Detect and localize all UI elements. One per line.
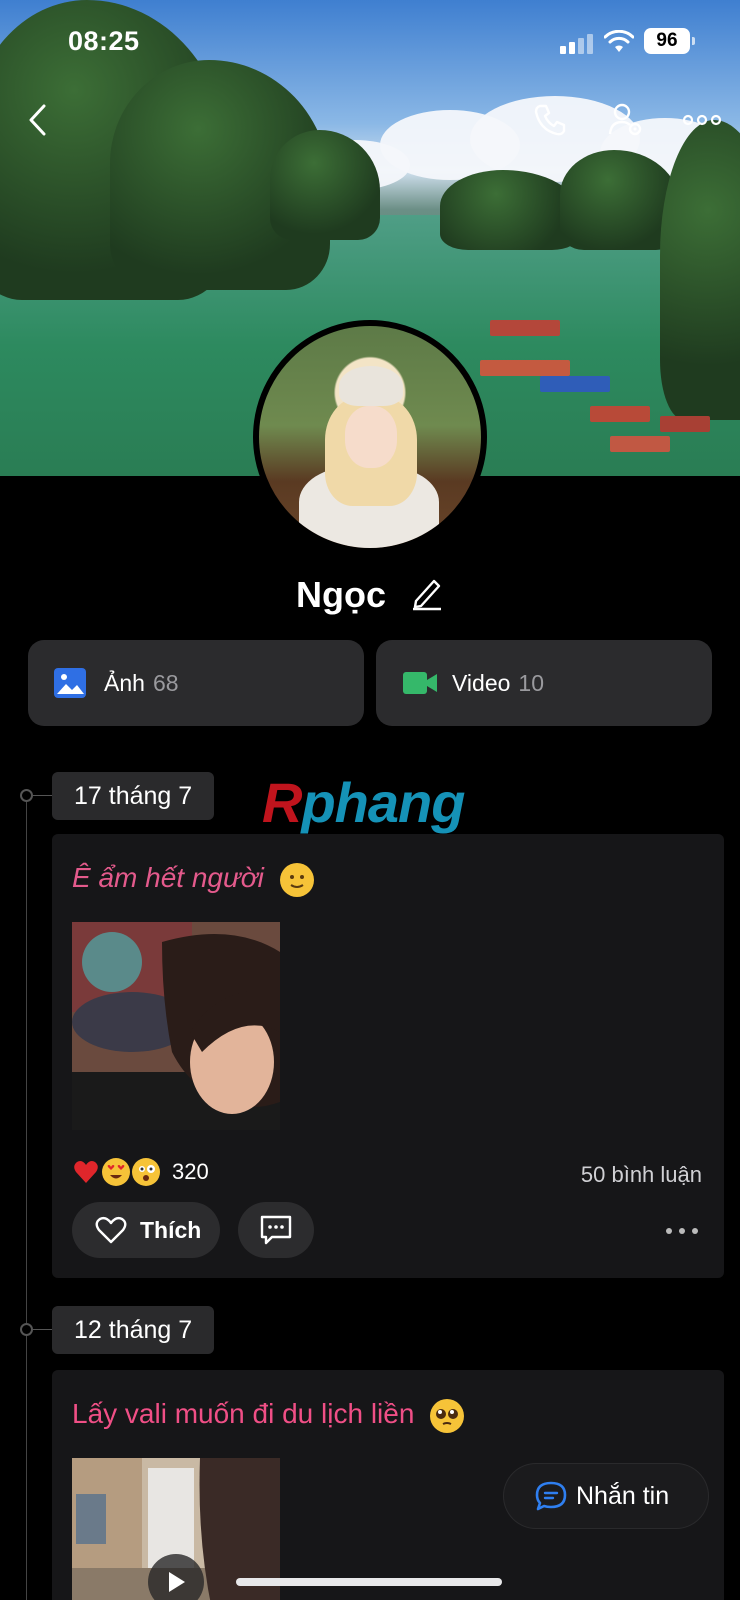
post-image[interactable] [72,922,280,1130]
profile-settings-icon[interactable] [604,98,648,142]
heart-icon [95,1216,127,1244]
love-eyes-reaction-icon [102,1158,130,1186]
wifi-icon [603,29,635,54]
videos-count: 10 [518,669,545,696]
timeline-dot [20,789,33,802]
video-icon [402,668,437,698]
videos-label: Video [452,669,511,696]
smile-emoji-icon [279,862,314,897]
back-icon[interactable] [16,98,60,142]
status-time: 08:25 [68,26,140,56]
videos-card[interactable]: Video 10 [376,640,712,726]
photo-icon [54,668,86,698]
more-icon[interactable] [680,98,724,142]
message-button[interactable]: Nhắn tin [504,1464,708,1528]
watermark-logo: Rphang [262,771,465,834]
avatar[interactable] [253,320,487,554]
like-button[interactable]: Thích [72,1202,220,1258]
battery-indicator: 96 [644,28,695,54]
reaction-count: 320 [172,1159,209,1184]
post-card[interactable]: Ê ẩm hết người 320 50 bình luận Thích [52,834,724,1278]
photos-count: 68 [152,669,179,696]
home-indicator[interactable] [236,1578,502,1586]
post-text: Lấy vali muốn đi du lịch liền [72,1398,415,1429]
message-icon [535,1481,567,1511]
comment-icon [260,1215,292,1245]
edit-icon[interactable] [410,575,444,620]
like-label: Thích [140,1216,202,1243]
post-text: Ê ẩm hết người [72,862,264,893]
reactions-row[interactable]: 320 [72,1158,209,1186]
signal-icon [560,32,596,54]
date-chip: 17 tháng 7 [52,772,215,820]
timeline-line [26,790,27,1600]
profile-name-row: Ngọc [0,574,740,620]
pleading-emoji-icon [430,1398,465,1433]
post-more-icon[interactable] [666,1226,698,1236]
phone-icon[interactable] [528,98,572,142]
photos-card[interactable]: Ảnh 68 [28,640,364,726]
post-text-row: Ê ẩm hết người [72,862,314,897]
post-text-row: Lấy vali muốn đi du lịch liền [72,1398,465,1433]
comments-count[interactable]: 50 bình luận [581,1162,702,1188]
profile-name: Ngọc [295,574,386,615]
surprised-reaction-icon [132,1158,160,1186]
date-chip: 12 tháng 7 [52,1306,215,1354]
photos-label: Ảnh [104,669,145,696]
heart-reaction-icon [72,1158,100,1186]
timeline-dot [20,1323,33,1336]
message-label: Nhắn tin [576,1481,670,1510]
status-bar: 08:25 96 [0,22,740,62]
comment-button[interactable] [238,1202,314,1258]
